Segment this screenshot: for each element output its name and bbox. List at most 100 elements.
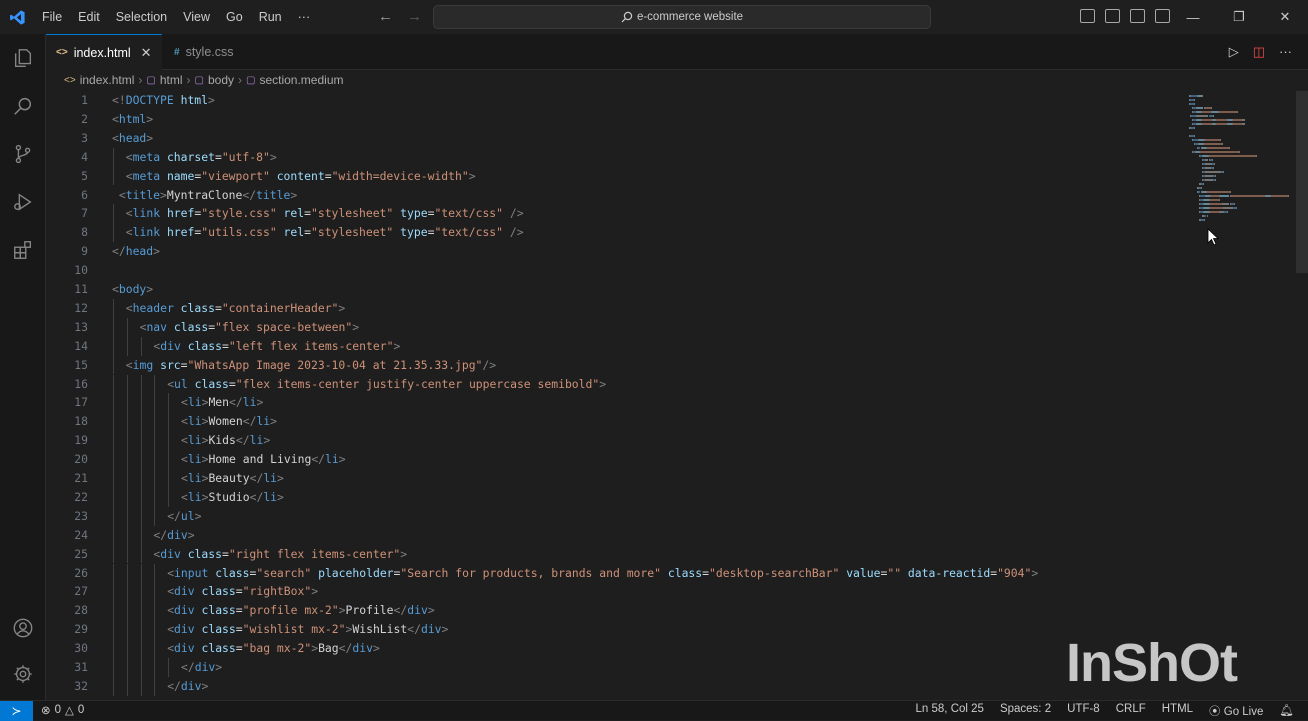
code-line[interactable]: 17 <li>Men</li> (46, 393, 1186, 413)
code-token: li (249, 433, 264, 448)
minimap-mark (1194, 127, 1196, 129)
code-line[interactable]: 23 </ul> (46, 506, 1186, 526)
code-line[interactable]: 28 <div class="profile mx-2">Profile</div… (46, 601, 1186, 621)
editor-scrollbar[interactable] (1296, 91, 1308, 700)
code-line[interactable]: 27 <div class="rightBox"> (46, 582, 1186, 602)
split-editor-icon[interactable]: ◫ (1253, 44, 1265, 60)
minimize-button[interactable]: — (1170, 0, 1216, 34)
code-line[interactable]: 20 <li>Home and Living</li> (46, 450, 1186, 469)
code-line[interactable]: 22 <li>Studio</li> (46, 487, 1186, 507)
code-token: Bag (318, 641, 339, 656)
line-number: 8 (81, 225, 88, 240)
cursor-position[interactable]: Ln 58, Col 25 (916, 703, 984, 719)
code-line[interactable]: 8 <link href="utils.css" rel="stylesheet"… (46, 223, 1186, 243)
close-tab-icon[interactable]: ✕ (141, 45, 152, 61)
extensions-icon[interactable] (0, 230, 46, 270)
run-debug-icon[interactable] (0, 182, 46, 222)
code-line[interactable]: 16 <ul class="flex items-center justify-c… (46, 374, 1186, 394)
menu-file[interactable]: File (34, 10, 70, 24)
minimap-mark (1216, 119, 1228, 121)
search-icon[interactable] (0, 86, 46, 126)
language-mode[interactable]: HTML (1162, 703, 1193, 719)
code-line[interactable]: 32 </div> (46, 676, 1186, 696)
breadcrumb-item[interactable]: html (160, 73, 183, 87)
minimap-mark (1193, 135, 1195, 137)
code-line[interactable]: 1 <!DOCTYPE html> (46, 91, 1186, 110)
code-token: placeholder (318, 565, 394, 580)
menu-selection[interactable]: Selection (108, 10, 175, 24)
remote-indicator-icon[interactable]: ≻ (0, 701, 33, 721)
code-line[interactable]: 13 <nav class="flex space-between"> (46, 317, 1186, 337)
tab-style-css[interactable]: # style.css (164, 34, 244, 70)
code-line[interactable]: 4 <meta charset="utf-8"> (46, 147, 1186, 167)
scrollbar-thumb[interactable] (1296, 91, 1308, 273)
breadcrumb-item[interactable]: index.html (80, 73, 135, 87)
code-line[interactable]: 18 <li>Women</li> (46, 412, 1186, 432)
code-text: <ul class="flex items-center justify-cen… (167, 375, 606, 394)
code-token: ul (180, 508, 195, 523)
code-line[interactable]: 30 <div class="bag mx-2">Bag</div> (46, 639, 1186, 658)
code-line[interactable]: 6 <title>MyntraClone</title> (46, 186, 1186, 205)
command-center-search[interactable]: e-commerce website (433, 5, 931, 29)
indent-guide (154, 620, 156, 640)
explorer-icon[interactable] (0, 38, 46, 78)
back-arrow-icon[interactable]: ← (378, 8, 393, 25)
code-line[interactable]: 12 <header class="containerHeader"> (46, 298, 1186, 318)
maximize-button[interactable]: ❐ (1216, 0, 1262, 34)
customize-layout-icon[interactable] (1155, 9, 1170, 23)
warning-count: 0 (77, 704, 85, 716)
code-line[interactable]: 7 <link href="style.css" rel="stylesheet"… (46, 204, 1186, 224)
code-editor[interactable]: 1 <!DOCTYPE html> 2 <html> 3 <head> 4 <meta cha… (46, 91, 1186, 700)
code-token: = (235, 584, 243, 599)
run-icon[interactable]: ▷ (1229, 44, 1239, 60)
menu-view[interactable]: View (175, 10, 218, 24)
toggle-primary-sidebar-icon[interactable] (1080, 9, 1095, 23)
go-live-label: Go Live (1223, 706, 1264, 718)
code-line[interactable]: 26 <input class="search" placeholder="Sea… (46, 563, 1186, 583)
code-line[interactable]: 14 <div class="left flex items-center"> (46, 336, 1186, 356)
source-control-icon[interactable] (0, 134, 46, 174)
code-token: < (181, 414, 188, 429)
forward-arrow-icon[interactable]: → (407, 8, 422, 25)
settings-icon[interactable] (0, 654, 46, 694)
indent-guide (154, 639, 156, 658)
indentation[interactable]: Spaces: 2 (1000, 703, 1051, 719)
minimap[interactable] (1186, 91, 1296, 251)
code-line[interactable]: 24 </div> (46, 525, 1186, 545)
menu-more[interactable]: ··· (290, 10, 319, 24)
code-line[interactable]: 2 <html> (46, 110, 1186, 129)
breadcrumb-item[interactable]: section.medium (259, 73, 343, 87)
code-line[interactable]: 29 <div class="wishlist mx-2">WishList</d… (46, 620, 1186, 640)
account-icon[interactable] (0, 608, 46, 648)
code-line[interactable]: 19 <li>Kids</li> (46, 431, 1186, 451)
code-token: class (201, 603, 236, 618)
close-window-button[interactable]: ✕ (1262, 0, 1308, 34)
breadcrumb-item[interactable]: body (208, 73, 234, 87)
toggle-secondary-sidebar-icon[interactable] (1130, 9, 1145, 23)
code-line[interactable]: 11 <body> (46, 280, 1186, 299)
menu-go[interactable]: Go (218, 10, 251, 24)
code-line[interactable]: 10 (46, 261, 1186, 280)
indent-guide (113, 147, 114, 167)
menu-edit[interactable]: Edit (70, 10, 108, 24)
minimap-mark (1214, 175, 1216, 177)
code-line[interactable]: 21 <li>Beauty</li> (46, 469, 1186, 488)
code-token: class (180, 300, 215, 315)
line-endings[interactable]: CRLF (1116, 703, 1146, 719)
code-line[interactable]: 5 <meta name="viewport" content="width=de… (46, 166, 1186, 186)
code-line[interactable]: 9 </head> (46, 242, 1186, 261)
code-token: name (166, 168, 195, 183)
more-actions-icon[interactable]: ··· (1279, 44, 1292, 60)
code-line[interactable]: 31 </div> (46, 658, 1186, 677)
code-line[interactable]: 25 <div class="right flex items-center"> (46, 544, 1186, 564)
menu-run[interactable]: Run (251, 10, 290, 24)
toggle-panel-icon[interactable] (1105, 9, 1120, 23)
code-token: < (125, 300, 133, 315)
code-line[interactable]: 3 <head> (46, 129, 1186, 148)
problems-indicator[interactable]: ⊗ 0 △ 0 (41, 703, 84, 717)
code-line[interactable]: 15 <img src="WhatsApp Image 2023-10-04 at… (46, 355, 1186, 375)
encoding[interactable]: UTF-8 (1067, 703, 1100, 719)
go-live-button[interactable]: ⦿ Go Live (1209, 703, 1263, 719)
tab-index-html[interactable]: <> index.html ✕ (46, 34, 162, 70)
notifications-bell-icon[interactable]: 🔔︎ (1279, 703, 1294, 719)
